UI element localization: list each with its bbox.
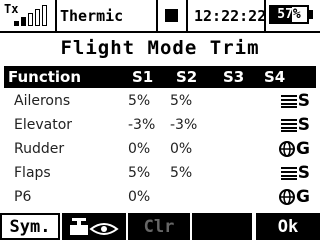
mode-letter: G <box>296 187 310 207</box>
function-name: Elevator <box>14 117 73 133</box>
divider <box>186 0 188 31</box>
trim-mode[interactable]: S <box>280 115 310 135</box>
header-s2: S2 <box>176 68 198 86</box>
trim-mode[interactable]: G <box>279 139 310 159</box>
divider <box>264 0 266 31</box>
divider <box>156 0 158 31</box>
table-row[interactable]: Rudder 0% 0% G <box>4 138 316 162</box>
signal-bar <box>14 21 19 26</box>
s1-value[interactable]: 5% <box>128 165 150 181</box>
globe-icon <box>279 189 296 205</box>
trim-mode[interactable]: S <box>280 163 310 183</box>
s2-value[interactable]: -3% <box>170 117 197 133</box>
s1-value[interactable]: 0% <box>128 189 150 205</box>
battery-percent: 57% <box>277 7 301 22</box>
mode-letter: S <box>297 163 310 183</box>
clear-label: Clr <box>143 216 175 237</box>
signal-bar <box>21 17 26 26</box>
record-icon <box>165 9 178 22</box>
divider <box>55 0 57 31</box>
function-name: Flaps <box>14 165 51 181</box>
table-row[interactable]: Flaps 5% 5% S <box>4 162 316 186</box>
signal-bar <box>28 13 33 26</box>
bars-icon <box>280 118 297 132</box>
function-name: P6 <box>14 189 32 205</box>
clock: 12:22:22 <box>194 7 267 25</box>
table-row[interactable]: Elevator -3% -3% S <box>4 114 316 138</box>
mode-letter: S <box>297 115 310 135</box>
empty-softkey[interactable] <box>192 213 252 240</box>
signal-bar <box>42 5 47 26</box>
header-s4: S4 <box>264 68 286 86</box>
softkey-bar: Sym. Clr Ok <box>0 213 320 240</box>
mode-letter: G <box>296 139 310 159</box>
header-function: Function <box>8 68 82 86</box>
trim-mode[interactable]: G <box>279 187 310 207</box>
servo-view-button[interactable] <box>62 213 126 240</box>
page-title: Flight Mode Trim <box>60 37 260 59</box>
battery-indicator: 57% <box>269 5 309 24</box>
clear-button[interactable]: Clr <box>128 213 190 240</box>
bars-icon <box>280 94 297 108</box>
table-row[interactable]: Ailerons 5% 5% S <box>4 90 316 114</box>
sym-button[interactable]: Sym. <box>0 213 60 240</box>
s1-value[interactable]: 0% <box>128 141 150 157</box>
function-name: Ailerons <box>14 93 71 109</box>
mode-letter: S <box>297 91 310 111</box>
signal-bar <box>35 9 40 26</box>
table-header: Function S1 S2 S3 S4 <box>4 66 316 88</box>
header-s1: S1 <box>132 68 154 86</box>
status-divider <box>0 31 320 33</box>
s2-value[interactable]: 5% <box>170 165 192 181</box>
s2-value[interactable]: 0% <box>170 141 192 157</box>
s1-value[interactable]: 5% <box>128 93 150 109</box>
sym-label: Sym. <box>9 216 51 237</box>
s1-value[interactable]: -3% <box>128 117 155 133</box>
servo-view-icon <box>70 217 119 235</box>
bars-icon <box>280 166 297 180</box>
globe-icon <box>279 141 296 157</box>
status-bar: Tx Thermic 12:22:22 57% <box>0 0 320 31</box>
s2-value[interactable]: 5% <box>170 93 192 109</box>
table-row[interactable]: P6 0% G <box>4 186 316 210</box>
ok-label: Ok <box>277 216 299 237</box>
trim-mode[interactable]: S <box>280 91 310 111</box>
battery-tip <box>309 10 313 19</box>
model-name: Thermic <box>60 7 124 25</box>
function-name: Rudder <box>14 141 65 157</box>
signal-bars-icon <box>14 4 52 26</box>
header-s3: S3 <box>223 68 245 86</box>
ok-button[interactable]: Ok <box>256 213 320 240</box>
